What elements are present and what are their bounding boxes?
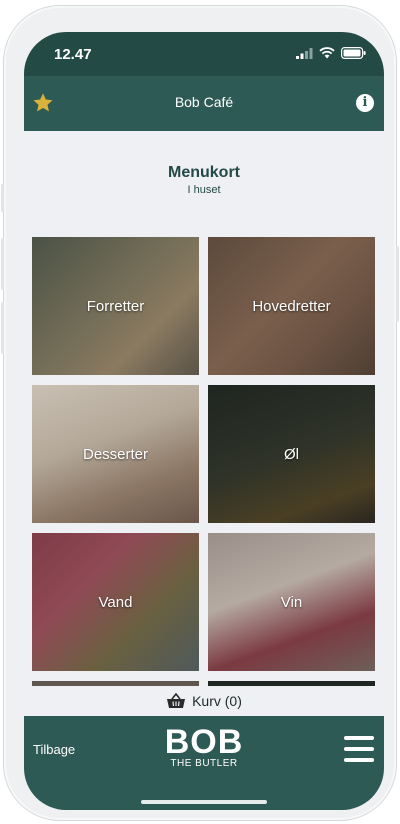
home-indicator bbox=[141, 800, 267, 804]
back-button[interactable]: Tilbage bbox=[33, 742, 75, 757]
screen: 12.47 Bob Café i Menukort I huset Forret… bbox=[24, 32, 384, 810]
category-label: Forretter bbox=[86, 297, 145, 315]
category-label: Øl bbox=[284, 445, 299, 463]
power-button bbox=[396, 246, 399, 322]
bob-the-butler-logo: BOB THE BUTLER bbox=[162, 724, 246, 776]
basket-icon bbox=[167, 693, 186, 708]
wifi-icon bbox=[319, 47, 335, 59]
menu-title: Menukort bbox=[168, 164, 240, 181]
category-tile-hovedretter[interactable]: Hovedretter bbox=[208, 237, 375, 375]
battery-icon bbox=[341, 47, 366, 59]
menu-content: Menukort I huset Forretter Hovedretter D… bbox=[24, 131, 384, 716]
header-title: Bob Café bbox=[174, 94, 234, 110]
hamburger-menu-icon[interactable] bbox=[344, 736, 374, 762]
category-tile-ol[interactable]: Øl bbox=[208, 385, 375, 523]
signal-icon bbox=[296, 47, 313, 59]
status-time: 12.47 bbox=[54, 46, 92, 63]
category-label: Vand bbox=[98, 593, 133, 611]
category-tile-desserter[interactable]: Desserter bbox=[32, 385, 199, 523]
category-label: Hovedretter bbox=[252, 297, 331, 315]
logo-subtitle: THE BUTLER bbox=[170, 758, 238, 769]
category-tile-vand[interactable]: Vand bbox=[32, 533, 199, 671]
category-tile-forretter[interactable]: Forretter bbox=[32, 237, 199, 375]
category-label: Desserter bbox=[82, 445, 149, 463]
info-icon[interactable]: i bbox=[356, 94, 374, 112]
status-bar: 12.47 bbox=[24, 32, 384, 76]
category-label: Vin bbox=[280, 593, 303, 611]
phone-frame: 12.47 Bob Café i Menukort I huset Forret… bbox=[1, 6, 399, 820]
app-header: Bob Café i bbox=[24, 76, 384, 131]
status-icons bbox=[296, 47, 366, 59]
footer-bar: Tilbage BOB THE BUTLER bbox=[24, 716, 384, 810]
logo-text: BOB bbox=[164, 723, 244, 761]
volume-down-button bbox=[1, 302, 4, 354]
menu-subtitle: I huset bbox=[187, 184, 221, 196]
basket-label: Kurv (0) bbox=[192, 693, 242, 709]
basket-button[interactable]: Kurv (0) bbox=[24, 686, 384, 716]
volume-up-button bbox=[1, 238, 4, 290]
category-tile-vin[interactable]: Vin bbox=[208, 533, 375, 671]
mute-switch bbox=[1, 184, 4, 212]
